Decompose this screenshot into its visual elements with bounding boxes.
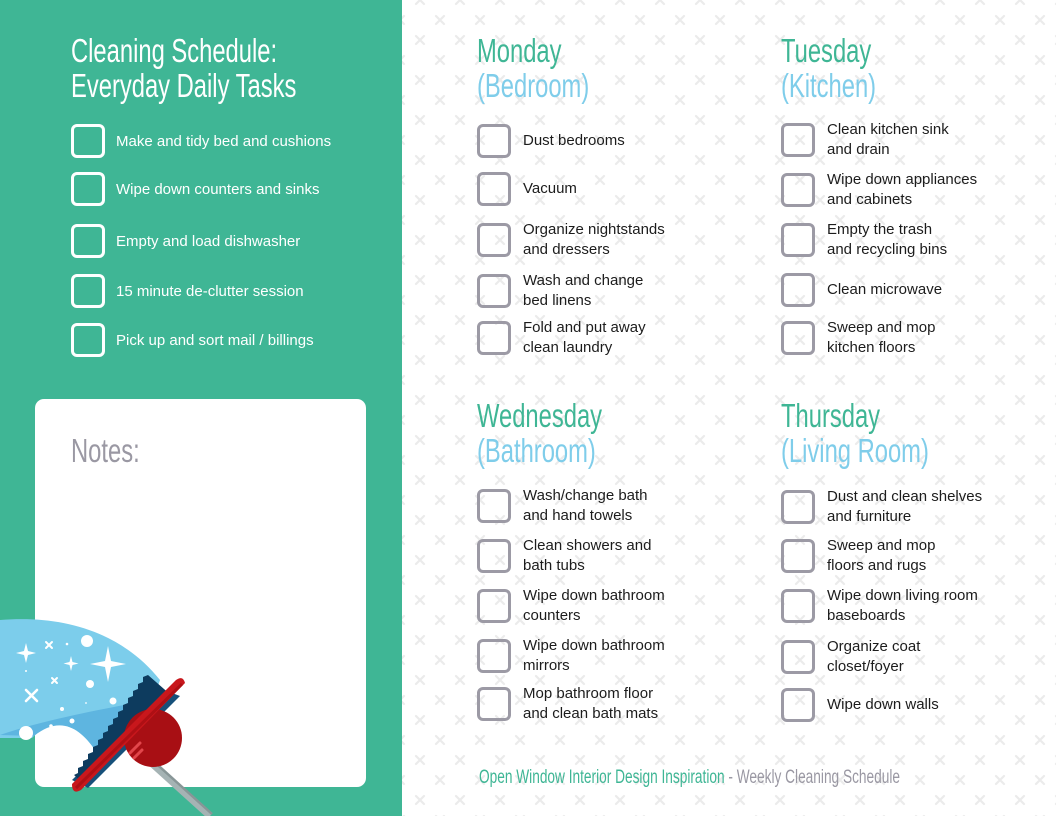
day-name: Wednesday [477,397,603,434]
day-section-wednesday: Wednesday (Bathroom) [477,398,747,468]
day-room: (Kitchen) [781,67,877,104]
footer: Open Window Interior Design Inspiration … [479,766,900,790]
task-checkbox[interactable] [781,688,815,722]
task-label: Dust and clean shelves and furniture [827,488,983,525]
daily-task-checkbox[interactable] [71,172,105,206]
task-label: Mop bathroom floor and clean bath mats [523,685,659,722]
task-item: Wipe down walls [781,687,1051,723]
task-item: Organize coat closet/foyer [781,638,1051,675]
task-checkbox[interactable] [477,223,511,257]
task-checkbox[interactable] [477,489,511,523]
task-label: Wash/change bath and hand towels [523,487,648,524]
task-checkbox[interactable] [781,123,815,157]
task-label: Wipe down bathroom mirrors [523,637,665,674]
task-item: Empty the trash and recycling bins [781,221,1051,258]
task-checkbox[interactable] [477,687,511,721]
daily-task-checkbox[interactable] [71,124,105,158]
task-checkbox[interactable] [477,639,511,673]
task-label: Organize nightstands and dressers [523,221,665,258]
daily-task-checkbox[interactable] [71,224,105,258]
daily-task-item: Make and tidy bed and cushions [71,124,391,158]
task-checkbox[interactable] [781,173,815,207]
task-checkbox[interactable] [781,640,815,674]
day-section-tuesday: Tuesday (Kitchen) [781,33,1051,103]
task-checkbox[interactable] [781,273,815,307]
task-item: Dust and clean shelves and furniture [781,488,1051,525]
task-item: Wipe down bathroom mirrors [477,637,747,674]
task-label: Fold and put away clean laundry [523,319,646,356]
day-section-monday: Monday (Bedroom) [477,33,747,103]
day-name: Tuesday [781,32,872,69]
task-item: Wipe down living room baseboards [781,587,1051,624]
task-item: Organize nightstands and dressers [477,221,747,258]
day-section-thursday: Thursday (Living Room) [781,398,1051,468]
task-checkbox[interactable] [781,539,815,573]
task-item: Sweep and mop floors and rugs [781,537,1051,574]
footer-title: - Weekly Cleaning Schedule [724,767,901,788]
task-label: Wipe down living room baseboards [827,587,978,624]
task-label: Wipe down bathroom counters [523,587,665,624]
daily-task-label: Make and tidy bed and cushions [116,132,332,150]
daily-task-item: Wipe down counters and sinks [71,172,391,206]
task-item: Wipe down bathroom counters [477,587,747,624]
task-checkbox[interactable] [477,539,511,573]
daily-task-label: 15 minute de-clutter session [116,282,304,300]
task-checkbox[interactable] [477,124,511,158]
task-label: Clean microwave [827,281,943,298]
task-checkbox[interactable] [477,321,511,355]
daily-task-checkbox[interactable] [71,274,105,308]
task-item: Mop bathroom floor and clean bath mats [477,685,747,722]
page-title-line-1: Cleaning Schedule: [71,32,278,69]
daily-tasks-panel: Cleaning Schedule: Everyday Daily Tasks … [0,0,402,816]
daily-task-label: Wipe down counters and sinks [116,180,320,198]
task-label: Wash and change bed linens [523,272,644,309]
daily-task-item: Empty and load dishwasher [71,224,391,258]
task-item: Fold and put away clean laundry [477,319,747,356]
task-checkbox[interactable] [781,321,815,355]
task-label: Organize coat closet/foyer [827,638,921,675]
footer-brand: Open Window Interior Design Inspiration [479,767,725,788]
daily-task-item: Pick up and sort mail / billings [71,323,391,357]
task-checkbox[interactable] [477,274,511,308]
daily-task-item: 15 minute de-clutter session [71,274,391,308]
squeegee-handle [145,757,213,816]
task-item: Sweep and mop kitchen floors [781,319,1051,356]
task-checkbox[interactable] [781,490,815,524]
task-item: Clean showers and bath tubs [477,537,747,574]
task-checkbox[interactable] [477,589,511,623]
task-label: Wipe down appliances and cabinets [827,171,978,208]
task-item: Vacuum [477,171,747,207]
task-checkbox[interactable] [781,223,815,257]
day-room: (Bathroom) [477,432,596,469]
task-item: Wash and change bed linens [477,272,747,309]
task-label: Dust bedrooms [523,132,625,149]
day-room: (Bedroom) [477,67,590,104]
task-item: Clean kitchen sink and drain [781,121,1051,158]
task-item: Clean microwave [781,272,1051,308]
daily-task-checkbox[interactable] [71,323,105,357]
task-checkbox[interactable] [781,589,815,623]
day-room: (Living Room) [781,432,929,469]
task-label: Sweep and mop floors and rugs [827,537,936,574]
daily-task-label: Empty and load dishwasher [116,232,301,250]
task-label: Vacuum [523,180,577,197]
day-name: Monday [477,32,562,69]
page-title-line-2: Everyday Daily Tasks [71,67,297,104]
notes-label: Notes: [71,432,140,469]
daily-task-label: Pick up and sort mail / billings [116,331,314,349]
task-label: Sweep and mop kitchen floors [827,319,936,356]
squeegee-icon [0,619,213,816]
day-name: Thursday [781,397,881,434]
task-item: Wash/change bath and hand towels [477,487,747,524]
task-item: Wipe down appliances and cabinets [781,171,1051,208]
cleaning-schedule-page: Cleaning Schedule: Everyday Daily Tasks … [0,0,1056,816]
task-label: Clean kitchen sink and drain [827,121,949,158]
task-checkbox[interactable] [477,172,511,206]
task-label: Wipe down walls [827,696,939,713]
task-label: Empty the trash and recycling bins [827,221,948,258]
page-title: Cleaning Schedule: Everyday Daily Tasks [71,33,384,103]
task-item: Dust bedrooms [477,123,747,159]
task-label: Clean showers and bath tubs [523,537,652,574]
